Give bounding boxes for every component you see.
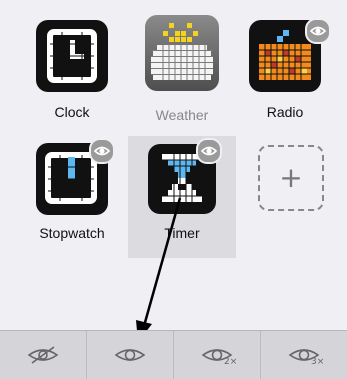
app-label-timer: Timer	[164, 225, 200, 241]
clock-icon	[36, 20, 108, 92]
add-app-button[interactable]: +	[258, 145, 324, 211]
show-3x-button[interactable]: 3×	[261, 331, 347, 379]
app-label-weather: Weather	[155, 107, 209, 123]
visibility-toolbar: 2× 3×	[0, 330, 347, 379]
app-tile-clock[interactable]: Clock	[22, 12, 122, 134]
weather-icon	[145, 15, 219, 91]
app-label-stopwatch: Stopwatch	[39, 225, 105, 241]
app-label-radio: Radio	[266, 104, 304, 120]
show-button[interactable]	[87, 331, 174, 379]
app-tile-weather[interactable]: Weather	[132, 12, 232, 134]
hide-button[interactable]	[0, 331, 87, 379]
multiplier-2x-label: 2×	[224, 357, 238, 367]
app-label-clock: Clock	[54, 104, 90, 120]
app-tile-timer[interactable]: Timer	[128, 136, 236, 258]
visibility-badge-radio	[305, 18, 331, 44]
eye-hidden-icon	[27, 346, 59, 364]
visibility-badge-stopwatch	[89, 138, 115, 164]
app-tile-stopwatch[interactable]: Stopwatch	[22, 136, 122, 258]
app-tile-radio[interactable]: Radio	[235, 12, 335, 134]
multiplier-3x-label: 3×	[311, 357, 325, 367]
show-2x-button[interactable]: 2×	[174, 331, 261, 379]
visibility-badge-timer	[196, 138, 222, 164]
app-grid: Clock Weather Radio Stopwatch Timer +	[0, 0, 347, 330]
eye-icon	[114, 349, 146, 361]
